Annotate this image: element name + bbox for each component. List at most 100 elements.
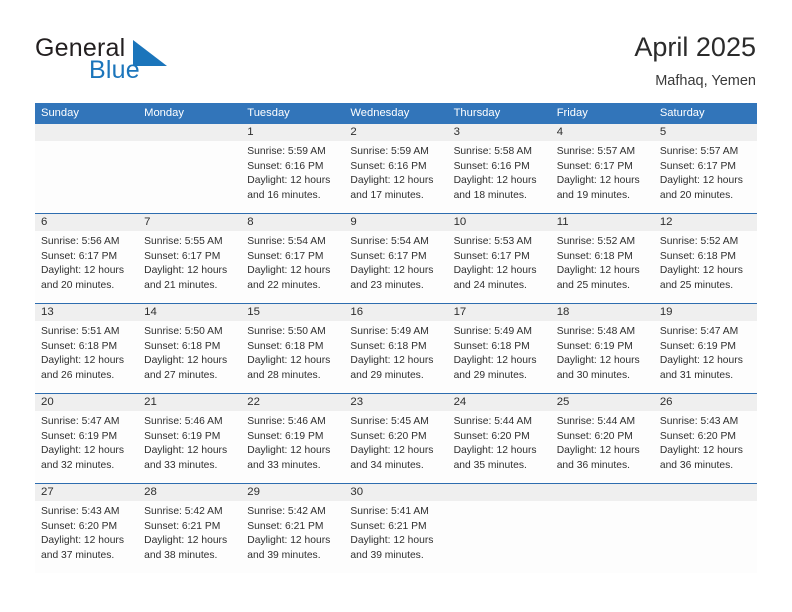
sunrise-text: Sunrise: 5:46 AM	[247, 416, 326, 427]
day-number[interactable]: 15	[241, 304, 344, 321]
day-cell[interactable]: Sunrise: 5:54 AM Sunset: 6:17 PM Daylight:…	[344, 231, 447, 303]
day-cell[interactable]: Sunrise: 5:46 AM Sunset: 6:19 PM Daylight:…	[241, 411, 344, 483]
sunrise-text: Sunrise: 5:58 AM	[453, 146, 532, 157]
day-number[interactable]: 16	[344, 304, 447, 321]
day-number[interactable]: 7	[138, 214, 241, 231]
sunset-text: Sunset: 6:20 PM	[453, 430, 530, 442]
day-cell[interactable]: Sunrise: 5:59 AM Sunset: 6:16 PM Daylight:…	[241, 141, 344, 213]
weekday-header-monday: Monday	[144, 107, 184, 119]
day-cell[interactable]: Sunrise: 5:52 AM Sunset: 6:18 PM Daylight:…	[551, 231, 654, 303]
daylight-text-cont: and 17 minutes.	[350, 189, 424, 201]
day-cell[interactable]: Sunrise: 5:50 AM Sunset: 6:18 PM Daylight:…	[138, 321, 241, 393]
day-number[interactable]: 25	[551, 394, 654, 411]
day-number[interactable]: 24	[448, 394, 551, 411]
week-date-bar: 13 14 15 16 17 18 19	[35, 304, 757, 321]
day-number[interactable]: 26	[654, 394, 757, 411]
day-number[interactable]: 3	[448, 124, 551, 141]
day-cell[interactable]: Sunrise: 5:42 AM Sunset: 6:21 PM Daylight:…	[241, 501, 344, 573]
day-number[interactable]: 12	[654, 214, 757, 231]
day-cell[interactable]: Sunrise: 5:55 AM Sunset: 6:17 PM Daylight:…	[138, 231, 241, 303]
day-number[interactable]: 2	[344, 124, 447, 141]
day-cell[interactable]: Sunrise: 5:44 AM Sunset: 6:20 PM Daylight:…	[551, 411, 654, 483]
sunrise-text: Sunrise: 5:54 AM	[350, 236, 429, 247]
day-number[interactable]: 21	[138, 394, 241, 411]
brand-logo[interactable]: General Blue	[35, 34, 265, 90]
weekday-header-friday: Friday	[556, 107, 588, 119]
weekday-header-thursday: Thursday	[453, 107, 501, 119]
sunrise-text: Sunrise: 5:49 AM	[350, 326, 429, 337]
day-number[interactable]: 22	[241, 394, 344, 411]
day-number[interactable]: 20	[35, 394, 138, 411]
sunrise-text: Sunrise: 5:52 AM	[659, 236, 739, 247]
day-cell[interactable]: Sunrise: 5:46 AM Sunset: 6:19 PM Daylight:…	[138, 411, 241, 483]
day-cell[interactable]: Sunrise: 5:47 AM Sunset: 6:19 PM Daylight:…	[35, 411, 138, 483]
daylight-text-cont: and 26 minutes.	[41, 369, 115, 381]
day-cell[interactable]: Sunrise: 5:54 AM Sunset: 6:17 PM Daylight:…	[241, 231, 344, 303]
sunrise-text: Sunrise: 5:57 AM	[659, 146, 739, 157]
day-cell[interactable]: Sunrise: 5:43 AM Sunset: 6:20 PM Daylight:…	[35, 501, 138, 573]
sunrise-text: Sunrise: 5:41 AM	[350, 506, 429, 517]
daylight-text: Daylight: 12 hours	[144, 535, 228, 547]
sunset-text: Sunset: 6:17 PM	[453, 250, 530, 262]
sunset-text: Sunset: 6:19 PM	[659, 340, 736, 352]
day-number[interactable]: 1	[241, 124, 344, 141]
day-cell[interactable]: Sunrise: 5:57 AM Sunset: 6:17 PM Daylight:…	[551, 141, 654, 213]
sunrise-text: Sunrise: 5:42 AM	[247, 506, 326, 517]
daylight-text: Daylight: 12 hours	[453, 355, 537, 367]
daylight-text-cont: and 30 minutes.	[556, 369, 630, 381]
day-cell[interactable]: Sunrise: 5:47 AM Sunset: 6:19 PM Daylight:…	[654, 321, 757, 393]
day-number[interactable]: 18	[551, 304, 654, 321]
day-cell[interactable]: Sunrise: 5:53 AM Sunset: 6:17 PM Daylight:…	[448, 231, 551, 303]
day-number[interactable]: 10	[448, 214, 551, 231]
day-cell[interactable]: Sunrise: 5:48 AM Sunset: 6:19 PM Daylight:…	[551, 321, 654, 393]
day-number[interactable]: 13	[35, 304, 138, 321]
day-cell[interactable]: Sunrise: 5:50 AM Sunset: 6:18 PM Daylight:…	[241, 321, 344, 393]
day-number[interactable]: 27	[35, 484, 138, 501]
day-cell[interactable]: Sunrise: 5:58 AM Sunset: 6:16 PM Daylight:…	[448, 141, 551, 213]
day-cell[interactable]: Sunrise: 5:49 AM Sunset: 6:18 PM Daylight:…	[448, 321, 551, 393]
sunrise-text: Sunrise: 5:50 AM	[247, 326, 326, 337]
day-number[interactable]: 8	[241, 214, 344, 231]
day-cell[interactable]: Sunrise: 5:45 AM Sunset: 6:20 PM Daylight:…	[344, 411, 447, 483]
sunrise-text: Sunrise: 5:52 AM	[556, 236, 636, 247]
day-cell[interactable]: Sunrise: 5:59 AM Sunset: 6:16 PM Daylight:…	[344, 141, 447, 213]
day-cell[interactable]: Sunrise: 5:42 AM Sunset: 6:21 PM Daylight:…	[138, 501, 241, 573]
daylight-text: Daylight: 12 hours	[41, 265, 124, 277]
day-cell[interactable]: Sunrise: 5:49 AM Sunset: 6:18 PM Daylight:…	[344, 321, 447, 393]
day-number[interactable]: 28	[138, 484, 241, 501]
day-cell[interactable]: Sunrise: 5:57 AM Sunset: 6:17 PM Daylight:…	[654, 141, 757, 213]
day-cell[interactable]: Sunrise: 5:56 AM Sunset: 6:17 PM Daylight:…	[35, 231, 138, 303]
daylight-text: Daylight: 12 hours	[659, 265, 743, 277]
daylight-text-cont: and 32 minutes.	[41, 459, 115, 471]
sunset-text: Sunset: 6:20 PM	[350, 430, 427, 442]
sunset-text: Sunset: 6:20 PM	[556, 430, 633, 442]
day-number-empty	[551, 484, 654, 501]
day-number[interactable]: 23	[344, 394, 447, 411]
day-number[interactable]: 29	[241, 484, 344, 501]
weekday-header-row: Sunday Monday Tuesday Wednesday Thursday Frid…	[35, 103, 757, 124]
sunset-text: Sunset: 6:21 PM	[350, 520, 427, 532]
day-cell[interactable]: Sunrise: 5:52 AM Sunset: 6:18 PM Daylight:…	[654, 231, 757, 303]
calendar-week-row: 13 14 15 16 17 18 19 Sunrise: 5:51 AM Sunset: 6:…	[35, 303, 757, 393]
day-number[interactable]: 14	[138, 304, 241, 321]
day-number[interactable]: 9	[344, 214, 447, 231]
day-cell[interactable]: Sunrise: 5:51 AM Sunset: 6:18 PM Daylight:…	[35, 321, 138, 393]
day-number[interactable]: 11	[551, 214, 654, 231]
day-number[interactable]: 19	[654, 304, 757, 321]
day-number[interactable]: 30	[344, 484, 447, 501]
week-body: Sunrise: 5:51 AM Sunset: 6:18 PM Daylight:…	[35, 321, 757, 393]
daylight-text: Daylight: 12 hours	[659, 175, 743, 187]
brand-name-blue: Blue	[89, 56, 140, 84]
daylight-text-cont: and 29 minutes.	[350, 369, 424, 381]
day-cell[interactable]: Sunrise: 5:41 AM Sunset: 6:21 PM Daylight:…	[344, 501, 447, 573]
day-cell[interactable]: Sunrise: 5:44 AM Sunset: 6:20 PM Daylight:…	[448, 411, 551, 483]
day-number[interactable]: 17	[448, 304, 551, 321]
sunset-text: Sunset: 6:18 PM	[144, 340, 221, 352]
day-number[interactable]: 5	[654, 124, 757, 141]
day-cell[interactable]: Sunrise: 5:43 AM Sunset: 6:20 PM Daylight:…	[654, 411, 757, 483]
day-number[interactable]: 4	[551, 124, 654, 141]
sunrise-text: Sunrise: 5:43 AM	[41, 506, 120, 517]
day-number[interactable]: 6	[35, 214, 138, 231]
sunrise-text: Sunrise: 5:54 AM	[247, 236, 326, 247]
sunset-text: Sunset: 6:21 PM	[247, 520, 324, 532]
